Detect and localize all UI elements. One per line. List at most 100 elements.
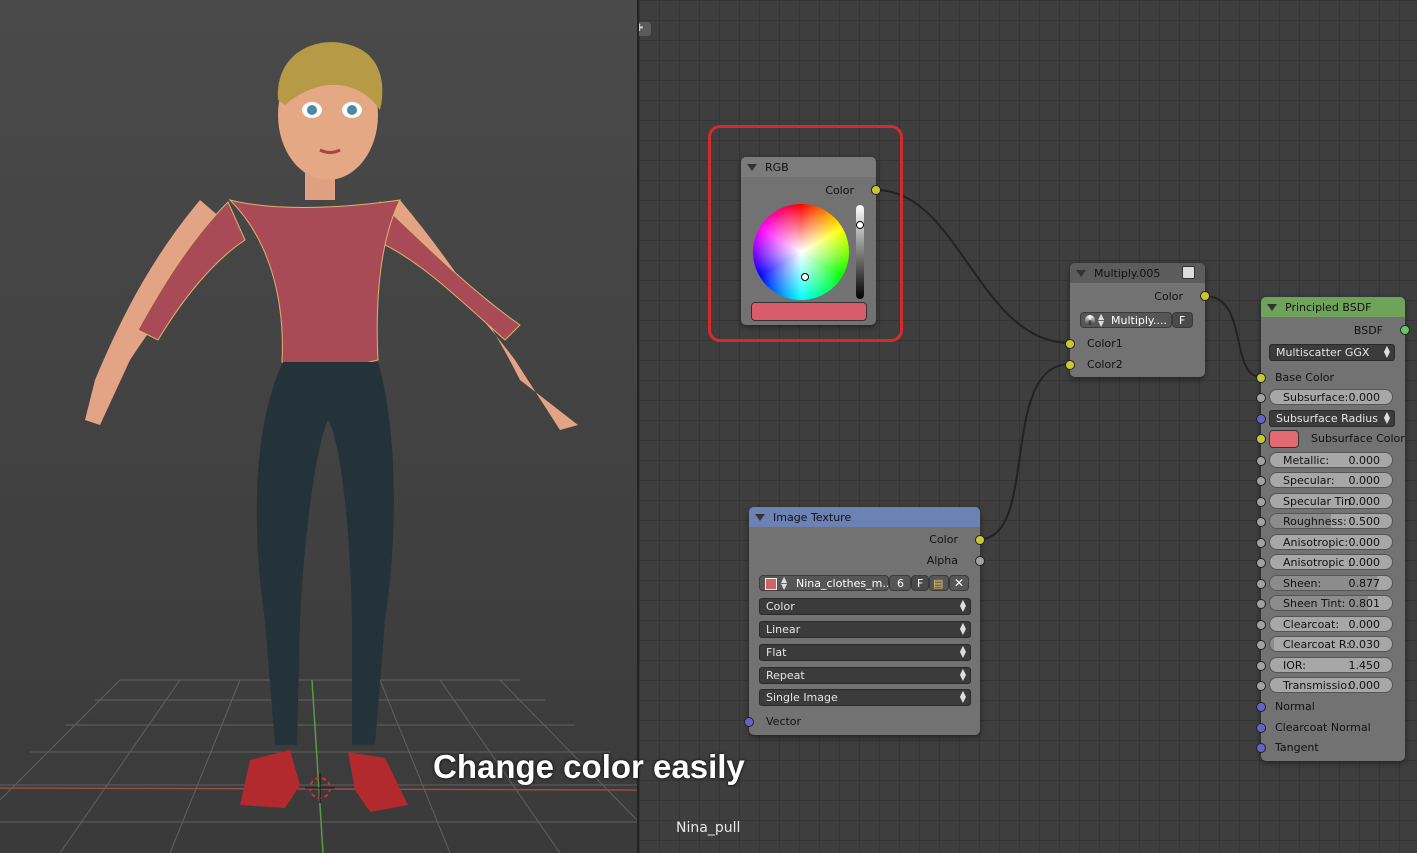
slider-input-socket[interactable] [1256,456,1266,466]
tangent-socket[interactable] [1256,743,1266,753]
bsdf-slider[interactable]: Sheen Tint: 0.801 [1269,595,1393,611]
bsdf-slider[interactable]: Sheen: 0.877 [1269,575,1393,591]
rgb-node-header[interactable]: RGB [741,157,876,177]
slider-input-socket[interactable] [1256,497,1266,507]
bsdf-slider[interactable]: Specular: 0.000 [1269,472,1393,488]
projection-dropdown[interactable]: Flat ▲ ▼ [759,644,971,661]
color-wheel[interactable] [753,204,849,300]
slider-input-socket[interactable] [1256,661,1266,671]
multiply-output-socket[interactable] [1200,291,1210,301]
subsurface-color-socket[interactable] [1256,434,1266,444]
principled-bsdf-node[interactable]: Principled BSDF BSDF Multiscatter GGX ▲ ▼ … [1256,297,1410,761]
unlink-image-button[interactable]: ✕ [949,575,969,591]
slider-label: IOR: [1283,658,1306,672]
vector-input-socket[interactable] [744,717,754,727]
blend-mode-value: Multiply.... [1111,313,1167,327]
image-color-output-socket[interactable] [975,535,985,545]
rgb-output-socket[interactable] [871,185,881,195]
slider-input-socket[interactable] [1256,558,1266,568]
bsdf-slider[interactable]: Roughness: 0.500 [1269,513,1393,529]
bsdf-node-header[interactable]: Principled BSDF [1261,297,1405,317]
multiply-node-header[interactable]: Multiply.005 [1070,263,1205,283]
subsurface-radius-socket[interactable] [1256,414,1266,424]
extension-value: Repeat [766,669,805,682]
image-users-count[interactable]: 6 [889,575,911,591]
bsdf-slider[interactable]: Subsurface: 0.000 [1269,389,1393,405]
slider-value: 0.000 [1348,617,1381,631]
bsdf-slider[interactable]: Anisotropic :0.000 [1269,554,1393,570]
vector-label: Vector [766,715,802,728]
slider-input-socket[interactable] [1256,476,1266,486]
color-picker-cursor[interactable] [801,273,809,281]
bsdf-slider[interactable]: Transmissio: 0.000 [1269,677,1393,693]
subsurface-radius-dropdown[interactable]: Subsurface Radius ▲ ▼ [1269,410,1395,427]
bsdf-slider[interactable]: Clearcoat R: 0.030 [1269,636,1393,652]
fake-user-toggle[interactable]: F [911,575,929,591]
dropdown-arrows-icon: ▲ ▼ [959,667,966,682]
slider-label: Specular Tin [1283,494,1351,508]
color1-label: Color1 [1087,337,1123,350]
image-name-value: Nina_clothes_m... [796,576,893,590]
dropdown-arrows-icon: ▲ ▼ [959,598,966,613]
slider-input-socket[interactable] [1256,538,1266,548]
projection-value: Flat [766,646,787,659]
distribution-dropdown[interactable]: Multiscatter GGX ▲ ▼ [1269,344,1395,361]
distribution-value: Multiscatter GGX [1276,346,1370,359]
normal-socket[interactable] [1256,702,1266,712]
slider-input-socket[interactable] [1256,393,1266,403]
interpolation-value: Linear [766,623,801,636]
bsdf-slider[interactable]: Specular Tin 0.000 [1269,493,1393,509]
color1-input-socket[interactable] [1065,339,1075,349]
left-shoe [240,750,300,808]
dropdown-arrows-icon: ▲ ▼ [959,689,966,704]
color-space-dropdown[interactable]: Color ▲ ▼ [759,598,971,615]
bsdf-output-socket[interactable] [1400,325,1410,335]
rgb-output-label: Color [825,184,854,197]
base-color-socket[interactable] [1256,373,1266,383]
clamp-toggle[interactable]: F [1172,312,1193,328]
slider-input-socket[interactable] [1256,579,1266,589]
multiply-node[interactable]: Multiply.005 Color ▲ ▼ Multiply.... F Col… [1065,263,1210,377]
rgb-color-swatch[interactable] [751,302,867,321]
slider-input-socket[interactable] [1256,599,1266,609]
bsdf-slider[interactable]: Clearcoat: 0.000 [1269,616,1393,632]
collapse-arrow-icon[interactable] [747,163,757,171]
3d-viewport[interactable] [0,0,637,853]
subsurface-color-swatch[interactable] [1269,430,1299,448]
slider-label: Specular: [1283,473,1335,487]
bsdf-slider[interactable]: Anisotropic: 0.000 [1269,534,1393,550]
image-name-field[interactable]: ▲ ▼ Nina_clothes_m... [759,575,893,591]
node-editor[interactable]: ✚✚ RGB Color Multiply.005 Color ▲▼ Multi… [639,0,1417,853]
color2-input-socket[interactable] [1065,360,1075,370]
slider-label: Clearcoat: [1283,617,1340,631]
value-slider[interactable] [856,205,864,299]
slider-input-socket[interactable] [1256,620,1266,630]
slider-input-socket[interactable] [1256,681,1266,691]
collapse-arrow-icon[interactable] [1076,269,1086,277]
interpolation-dropdown[interactable]: Linear ▲ ▼ [759,621,971,638]
extension-dropdown[interactable]: Repeat ▲ ▼ [759,667,971,684]
blend-mode-select[interactable]: ▲ ▼ Multiply.... [1080,312,1172,328]
slider-value: 0.030 [1348,637,1381,651]
dropdown-arrows-icon: ▲ ▼ [959,644,966,659]
collapse-arrow-icon[interactable] [1267,303,1277,311]
slider-input-socket[interactable] [1256,640,1266,650]
area-join-widget[interactable]: ✚✚ [639,22,651,36]
slider-input-socket[interactable] [1256,517,1266,527]
bsdf-slider[interactable]: Metallic: 0.000 [1269,452,1393,468]
clearcoat-normal-socket[interactable] [1256,723,1266,733]
node-preview-icon[interactable] [1182,266,1195,279]
image-alpha-output-socket[interactable] [975,556,985,566]
image-color-output-label: Color [929,533,958,546]
slider-value: 0.000 [1348,555,1381,569]
collapse-arrow-icon[interactable] [755,513,765,521]
image-node-header[interactable]: Image Texture [749,507,980,527]
bsdf-slider[interactable]: IOR: 1.450 [1269,657,1393,673]
open-image-button[interactable]: ▤ [929,575,949,591]
image-texture-node[interactable]: Image Texture Color Alpha ▲ ▼ Nina_clothe… [744,507,985,735]
source-dropdown[interactable]: Single Image ▲ ▼ [759,689,971,706]
rgb-node[interactable]: RGB Color [741,157,881,325]
color-space-value: Color [766,600,795,613]
y-axis [311,679,324,853]
source-value: Single Image [766,691,838,704]
